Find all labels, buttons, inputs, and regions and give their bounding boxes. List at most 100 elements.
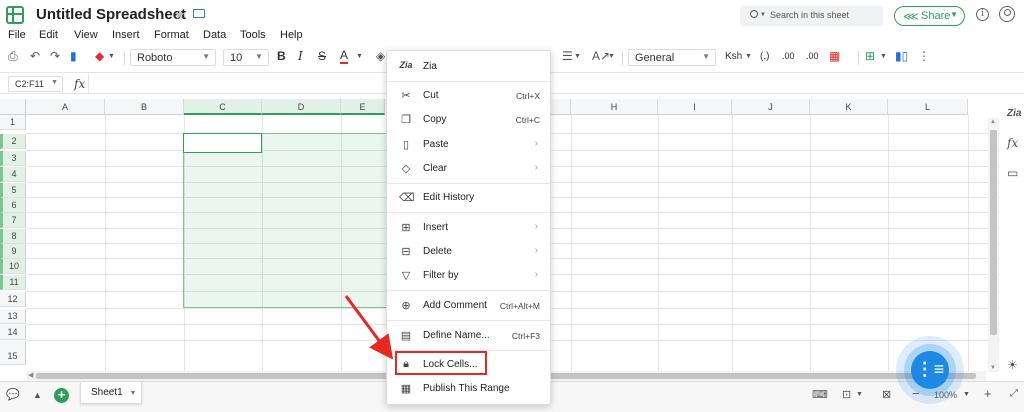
row-header-9[interactable]: 9 [0, 244, 26, 259]
document-title[interactable]: Untitled Spreadsheet [36, 6, 186, 23]
row-header-12[interactable]: 12 [0, 292, 26, 307]
menu-item-delete[interactable]: ⊟ Delete › [387, 242, 550, 262]
row-header-13[interactable]: 13 [0, 309, 26, 324]
vertical-scrollbar[interactable]: ▲ ▼ [988, 118, 999, 372]
row-header-15[interactable]: 15 [0, 341, 26, 365]
row-header-2[interactable]: 2 [0, 134, 26, 149]
sheet-list-icon[interactable]: ▲ [33, 390, 42, 400]
view-layout-icon[interactable]: ⊡ [842, 388, 851, 401]
sheet-tab[interactable]: Sheet1 ▼ [80, 382, 142, 404]
row-header-14[interactable]: 14 [0, 325, 26, 340]
borders-icon[interactable]: ⊞ [865, 49, 875, 63]
italic-button[interactable]: I [298, 49, 303, 63]
menu-tools[interactable]: Tools [240, 29, 266, 41]
redo-icon[interactable]: ↷ [50, 49, 60, 63]
chevron-down-icon[interactable]: ▼ [880, 53, 887, 60]
undo-icon[interactable]: ↶ [30, 49, 40, 63]
fit-screen-icon[interactable]: ⊠ [882, 388, 891, 401]
menu-edit[interactable]: Edit [39, 29, 58, 41]
chevron-down-icon[interactable]: ▼ [856, 391, 863, 398]
format-painter-icon[interactable]: ▮ [70, 49, 77, 63]
comments-panel-icon[interactable]: ▭ [1007, 166, 1018, 180]
chevron-down-icon[interactable]: ▼ [129, 390, 136, 397]
column-header-j[interactable]: J [732, 99, 810, 115]
select-all-corner[interactable] [0, 99, 26, 115]
menu-item-define-name[interactable]: ▤ Define Name... Ctrl+F3 [387, 326, 550, 346]
chevron-down-icon[interactable]: ▼ [963, 391, 970, 398]
row-header-8[interactable]: 8 [0, 229, 26, 244]
chevron-down-icon[interactable]: ▼ [108, 53, 115, 60]
menu-item-insert[interactable]: ⊞ Insert › [387, 218, 550, 238]
column-header-c[interactable]: C [184, 99, 262, 115]
vertical-scroll-thumb[interactable] [990, 130, 997, 335]
sheet-app-logo-icon[interactable] [6, 6, 24, 24]
name-box[interactable]: C2:F11 ▼ [8, 76, 63, 92]
scroll-left-icon[interactable]: ◀ [28, 371, 33, 379]
menu-item-add-comment[interactable]: ⊕ Add Comment Ctrl+Alt+M [387, 296, 550, 316]
folder-icon[interactable] [193, 9, 205, 18]
column-header-e[interactable]: E [341, 99, 385, 115]
menu-insert[interactable]: Insert [112, 29, 140, 41]
column-header-f[interactable]: F [551, 99, 571, 115]
info-icon[interactable]: i [976, 8, 989, 21]
brightness-icon[interactable]: ☀ [1007, 358, 1018, 372]
menu-item-paste[interactable]: ▯ Paste › [387, 135, 550, 155]
menu-item-publish-range[interactable]: ▦ Publish This Range [387, 379, 550, 399]
menu-item-clear[interactable]: ◇ Clear › [387, 159, 550, 179]
column-header-h[interactable]: H [571, 99, 658, 115]
scroll-up-icon[interactable]: ▲ [990, 119, 996, 125]
row-header-7[interactable]: 7 [0, 213, 26, 228]
column-header-d[interactable]: D [262, 99, 341, 115]
add-sheet-button[interactable]: + [54, 388, 69, 403]
clear-format-icon[interactable]: ◆ [95, 49, 104, 63]
fill-color-icon[interactable]: ◈ [376, 49, 385, 63]
row-header-4[interactable]: 4 [0, 167, 26, 182]
align-icon[interactable]: ☰ [562, 49, 573, 63]
menu-file[interactable]: File [8, 29, 26, 41]
menu-format[interactable]: Format [154, 29, 189, 41]
row-header-11[interactable]: 11 [0, 275, 26, 290]
menu-item-zia[interactable]: Zia Zia [387, 57, 550, 77]
row-header-3[interactable]: 3 [0, 151, 26, 166]
formula-input[interactable] [88, 73, 1024, 93]
column-header-i[interactable]: I [658, 99, 732, 115]
star-icon[interactable]: ★ [174, 7, 186, 23]
comma-format-button[interactable]: (,) [760, 51, 769, 62]
print-icon[interactable]: ⎙ [8, 49, 18, 64]
number-format-select[interactable]: General ▼ [628, 49, 716, 66]
zia-panel-icon[interactable]: Zia [1007, 108, 1021, 119]
chevron-down-icon[interactable]: ▼ [608, 53, 615, 60]
chat-icon[interactable]: 💬 [6, 388, 20, 401]
menu-item-cut[interactable]: ✂ Cut Ctrl+X [387, 86, 550, 106]
expand-icon[interactable]: ⤢ [1010, 388, 1018, 399]
insert-chart-icon[interactable]: ▮▯ [895, 49, 908, 63]
row-header-10[interactable]: 10 [0, 259, 26, 274]
row-header-6[interactable]: 6 [0, 198, 26, 213]
row-header-1[interactable]: 1 [0, 115, 26, 130]
chevron-down-icon[interactable]: ▼ [356, 53, 363, 60]
column-header-a[interactable]: A [26, 99, 105, 115]
functions-panel-icon[interactable]: fx [1007, 136, 1018, 150]
column-header-l[interactable]: L [888, 99, 968, 115]
decrease-decimal-button[interactable]: .00 [806, 51, 819, 61]
column-header-b[interactable]: B [105, 99, 184, 115]
column-header-k[interactable]: K [810, 99, 888, 115]
conditional-format-icon[interactable]: ▦ [829, 49, 840, 63]
share-button[interactable]: ⋘ Share ▼ [894, 6, 965, 26]
user-avatar-icon[interactable] [999, 6, 1015, 22]
row-header-5[interactable]: 5 [0, 183, 26, 198]
floating-action-button[interactable]: ⋮≡ [911, 351, 949, 389]
keyboard-icon[interactable]: ⌨ [812, 388, 828, 401]
font-size-select[interactable]: 10 ▼ [223, 49, 269, 66]
scroll-down-icon[interactable]: ▼ [990, 365, 996, 371]
function-icon[interactable]: fx [74, 77, 85, 91]
menu-item-edit-history[interactable]: ⌫ Edit History [387, 188, 550, 208]
chevron-down-icon[interactable]: ▼ [745, 53, 752, 60]
font-family-select[interactable]: Roboto ▼ [130, 49, 216, 66]
menu-data[interactable]: Data [203, 29, 226, 41]
more-options-icon[interactable]: ⋮ [918, 49, 930, 63]
zoom-in-button[interactable]: + [984, 386, 992, 401]
chevron-down-icon[interactable]: ▼ [574, 53, 581, 60]
bold-button[interactable]: B [277, 49, 286, 63]
menu-help[interactable]: Help [280, 29, 303, 41]
